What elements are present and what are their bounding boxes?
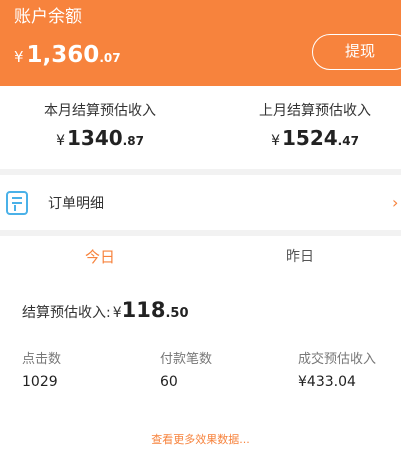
tab-yesterday[interactable]: 昨日 <box>200 246 400 266</box>
settle-decimal: .50 <box>165 306 189 321</box>
more-data-link[interactable]: 查看更多效果数据... <box>0 431 401 447</box>
order-document-icon <box>6 191 28 215</box>
icon-line <box>12 202 22 204</box>
daily-stats-panel: 今日 昨日 结算预估收入: ¥118.50 点击数 1029 付款笔数 60 成交… <box>0 236 401 465</box>
stat-deal-income: 成交预估收入 ¥433.04 <box>298 348 376 390</box>
balance-decimal: .07 <box>99 51 121 65</box>
settle-label: 结算预估收入: <box>22 305 111 321</box>
balance-integer: 1,360 <box>26 42 100 68</box>
stat-clicks: 点击数 1029 <box>22 348 61 390</box>
stat-label: 成交预估收入 <box>298 352 377 367</box>
stat-value: ¥433.04 <box>298 374 356 390</box>
monthly-income-panel: 本月结算预估收入 ¥1340.87 上月结算预估收入 ¥1524.47 <box>0 86 401 169</box>
last-month-currency: ¥ <box>271 133 280 149</box>
this-month-decimal: .87 <box>122 134 144 148</box>
last-month-integer: 1524 <box>281 126 338 150</box>
withdraw-button[interactable]: 提现 <box>312 34 401 70</box>
this-month-label: 本月结算预估收入 <box>44 103 156 119</box>
this-month-value: ¥1340.87 <box>0 126 200 150</box>
last-month-label: 上月结算预估收入 <box>259 103 371 119</box>
stat-label: 付款笔数 <box>160 352 213 367</box>
this-month-integer: 1340 <box>66 126 123 150</box>
stat-value: 60 <box>160 374 178 390</box>
header-title: 账户余额 <box>14 7 82 27</box>
account-balance-header: 账户余额 ¥1,360.07 提现 <box>0 0 401 86</box>
last-month-decimal: .47 <box>337 134 359 148</box>
tab-today[interactable]: 今日 <box>0 246 200 267</box>
order-detail-label: 订单明细 <box>48 196 104 212</box>
stat-value: 1029 <box>22 374 58 390</box>
icon-line <box>12 197 22 199</box>
last-month-value: ¥1524.47 <box>215 126 401 150</box>
settle-currency: ¥ <box>112 305 122 321</box>
icon-line <box>14 205 16 211</box>
balance-currency: ¥ <box>14 48 24 66</box>
order-detail-row[interactable]: 订单明细 › <box>0 175 401 230</box>
stat-payments: 付款笔数 60 <box>160 348 212 390</box>
this-month-currency: ¥ <box>56 133 65 149</box>
settle-integer: 118 <box>121 298 166 322</box>
account-balance: ¥1,360.07 <box>14 42 121 68</box>
chevron-right-icon: › <box>392 193 399 212</box>
settle-estimate: 结算预估收入: ¥118.50 <box>22 298 189 322</box>
stat-label: 点击数 <box>22 352 62 367</box>
